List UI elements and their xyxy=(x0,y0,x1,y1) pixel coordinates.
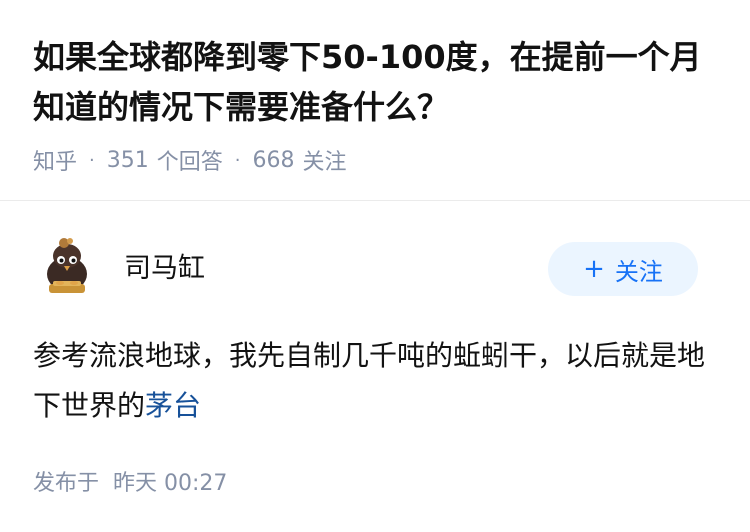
separator-dot: · xyxy=(234,149,241,171)
answer-content: 参考流浪地球，我先自制几千吨的蚯蚓干，以后就是地下世界的茅台 xyxy=(33,331,723,431)
answer-text: 参考流浪地球，我先自制几千吨的蚯蚓干，以后就是地下世界的 xyxy=(33,339,706,422)
answer-keyword-link[interactable]: 茅台 xyxy=(145,389,201,422)
section-divider xyxy=(0,200,750,201)
answer-count: 351 xyxy=(106,147,149,173)
separator-dot: · xyxy=(89,149,95,171)
answer-footer: 发布于 昨天 00:27 xyxy=(33,463,227,499)
author-name[interactable]: 司马缸 xyxy=(124,246,205,285)
published-label: 发布于 xyxy=(33,471,100,496)
follow-button[interactable]: + 关注 xyxy=(548,242,698,296)
avatar[interactable] xyxy=(33,234,101,302)
answer-count-label: 个回答 xyxy=(156,150,223,175)
plus-icon: + xyxy=(583,254,605,284)
question-meta: 知乎 · 351 个回答 · 668 关注 xyxy=(33,143,347,177)
source-label[interactable]: 知乎 xyxy=(33,144,77,176)
author-row: 司马缸 + 关注 xyxy=(0,230,750,310)
question-header: 如果全球都降到零下50-100度，在提前一个月知道的情况下需要准备什么？ 知乎 … xyxy=(0,0,750,200)
follower-count: 668 xyxy=(252,147,295,173)
zhihu-answer-card: 如果全球都降到零下50-100度，在提前一个月知道的情况下需要准备什么？ 知乎 … xyxy=(0,0,750,532)
question-title[interactable]: 如果全球都降到零下50-100度，在提前一个月知道的情况下需要准备什么？ xyxy=(33,32,723,132)
follower-count-label: 关注 xyxy=(302,150,347,175)
avatar-icon xyxy=(33,234,101,302)
follow-button-label: 关注 xyxy=(614,257,663,286)
published-time: 昨天 00:27 xyxy=(113,471,228,496)
